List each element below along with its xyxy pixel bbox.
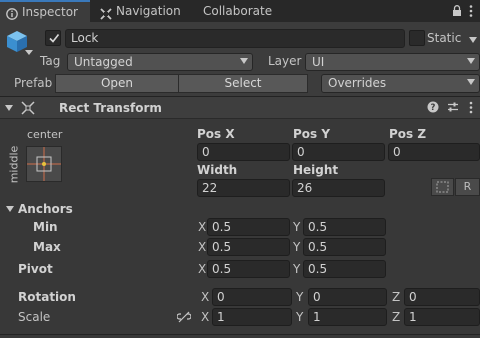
rotation-label: Rotation xyxy=(18,290,76,304)
constrain-proportions-icon[interactable] xyxy=(176,311,192,323)
anchor-preset-v-label: middle xyxy=(7,145,21,184)
presets-sliders-icon[interactable] xyxy=(447,101,459,113)
icon-dropdown-caret[interactable] xyxy=(25,50,33,55)
rotation-y-axis: Y xyxy=(296,290,304,304)
gameobject-name-field[interactable]: Lock xyxy=(65,29,405,48)
prefab-select-button[interactable]: Select xyxy=(178,74,308,93)
tab-navigation[interactable]: Navigation xyxy=(100,0,200,22)
pos-y-label: Pos Y xyxy=(293,127,331,141)
rotation-x-field[interactable]: 0 xyxy=(212,288,292,306)
height-field[interactable]: 26 xyxy=(292,179,385,197)
layer-dropdown[interactable]: UI xyxy=(305,53,480,71)
tag-value: Untagged xyxy=(74,55,133,69)
anchor-min-y-axis: Y xyxy=(293,220,301,234)
scale-z-field[interactable]: 1 xyxy=(404,308,480,326)
static-label: Static xyxy=(427,31,462,45)
tab-collaborate-label: Collaborate xyxy=(203,4,273,18)
pivot-label: Pivot xyxy=(18,262,53,276)
rotation-x-axis: X xyxy=(201,290,210,304)
chevron-down-icon xyxy=(467,58,475,64)
anchor-max-label: Max xyxy=(33,240,61,254)
static-checkbox[interactable] xyxy=(409,30,425,46)
width-field[interactable]: 22 xyxy=(197,179,290,197)
bottom-divider xyxy=(0,334,480,335)
anchor-max-x-axis: X xyxy=(198,240,207,254)
scale-x-field[interactable]: 1 xyxy=(212,308,292,326)
rotation-z-field[interactable]: 0 xyxy=(404,288,480,306)
anchors-foldout-icon[interactable] xyxy=(6,206,14,212)
rect-transform-title: Rect Transform xyxy=(59,101,162,115)
anchor-max-x-field[interactable]: 0.5 xyxy=(207,238,290,256)
scale-label: Scale xyxy=(18,310,51,324)
info-icon xyxy=(6,6,18,20)
tag-label: Tag xyxy=(40,54,61,68)
prefab-open-button[interactable]: Open xyxy=(55,74,179,93)
anchor-presets-button[interactable] xyxy=(26,146,62,182)
tab-collaborate[interactable]: Collaborate xyxy=(203,0,293,22)
anchor-min-x-axis: X xyxy=(198,220,207,234)
scale-z-axis: Z xyxy=(392,310,401,324)
layer-label: Layer xyxy=(268,54,302,68)
svg-text:?: ? xyxy=(431,103,436,113)
component-menu-icon[interactable] xyxy=(468,101,474,115)
pivot-x-axis: X xyxy=(198,262,207,276)
tab-navigation-label: Navigation xyxy=(116,4,181,18)
pos-z-field[interactable]: 0 xyxy=(388,143,480,161)
pos-x-label: Pos X xyxy=(197,127,235,141)
raw-edit-label: R xyxy=(463,180,472,193)
overrides-label: Overrides xyxy=(328,76,387,90)
scale-y-field[interactable]: 1 xyxy=(308,308,387,326)
scale-x-axis: X xyxy=(201,310,210,324)
scale-y-axis: Y xyxy=(296,310,304,324)
more-menu-icon[interactable] xyxy=(468,4,474,18)
anchor-max-y-field[interactable]: 0.5 xyxy=(303,238,386,256)
tab-inspector-label: Inspector xyxy=(22,5,78,19)
pos-z-label: Pos Z xyxy=(389,127,427,141)
anchor-max-y-axis: Y xyxy=(293,240,301,254)
check-icon xyxy=(48,32,60,47)
anchors-label: Anchors xyxy=(18,202,73,216)
raw-edit-button[interactable]: R xyxy=(455,178,480,196)
active-checkbox[interactable] xyxy=(45,30,61,46)
tab-inspector[interactable]: Inspector xyxy=(0,0,90,22)
blueprint-mode-button[interactable] xyxy=(431,178,454,196)
anchor-min-x-field[interactable]: 0.5 xyxy=(207,218,290,236)
anchor-preset-h-label: center xyxy=(27,128,63,141)
help-icon[interactable]: ? xyxy=(427,101,439,113)
pivot-y-field[interactable]: 0.5 xyxy=(303,260,386,278)
pos-y-field[interactable]: 0 xyxy=(292,143,385,161)
rotation-y-field[interactable]: 0 xyxy=(308,288,387,306)
anchor-min-y-field[interactable]: 0.5 xyxy=(303,218,386,236)
chevron-down-icon xyxy=(240,58,248,64)
foldout-expanded-icon[interactable] xyxy=(5,105,13,111)
pivot-y-axis: Y xyxy=(293,262,301,276)
lock-icon[interactable] xyxy=(452,5,462,17)
pivot-x-field[interactable]: 0.5 xyxy=(207,260,290,278)
prefab-overrides-dropdown[interactable]: Overrides xyxy=(321,74,480,93)
height-label: Height xyxy=(293,163,339,177)
layer-value: UI xyxy=(312,55,325,69)
blueprint-icon xyxy=(436,181,449,193)
rotation-z-axis: Z xyxy=(392,290,401,304)
tag-dropdown[interactable]: Untagged xyxy=(67,53,253,71)
chevron-down-icon xyxy=(467,79,475,85)
anchor-min-label: Min xyxy=(33,220,58,234)
navigation-icon xyxy=(100,5,112,20)
pos-x-field[interactable]: 0 xyxy=(197,143,290,161)
rect-transform-icon xyxy=(21,101,35,115)
anchor-preset-icon xyxy=(27,147,61,181)
static-dropdown-caret[interactable] xyxy=(469,37,477,43)
width-label: Width xyxy=(197,163,238,177)
prefab-label: Prefab xyxy=(14,76,53,90)
